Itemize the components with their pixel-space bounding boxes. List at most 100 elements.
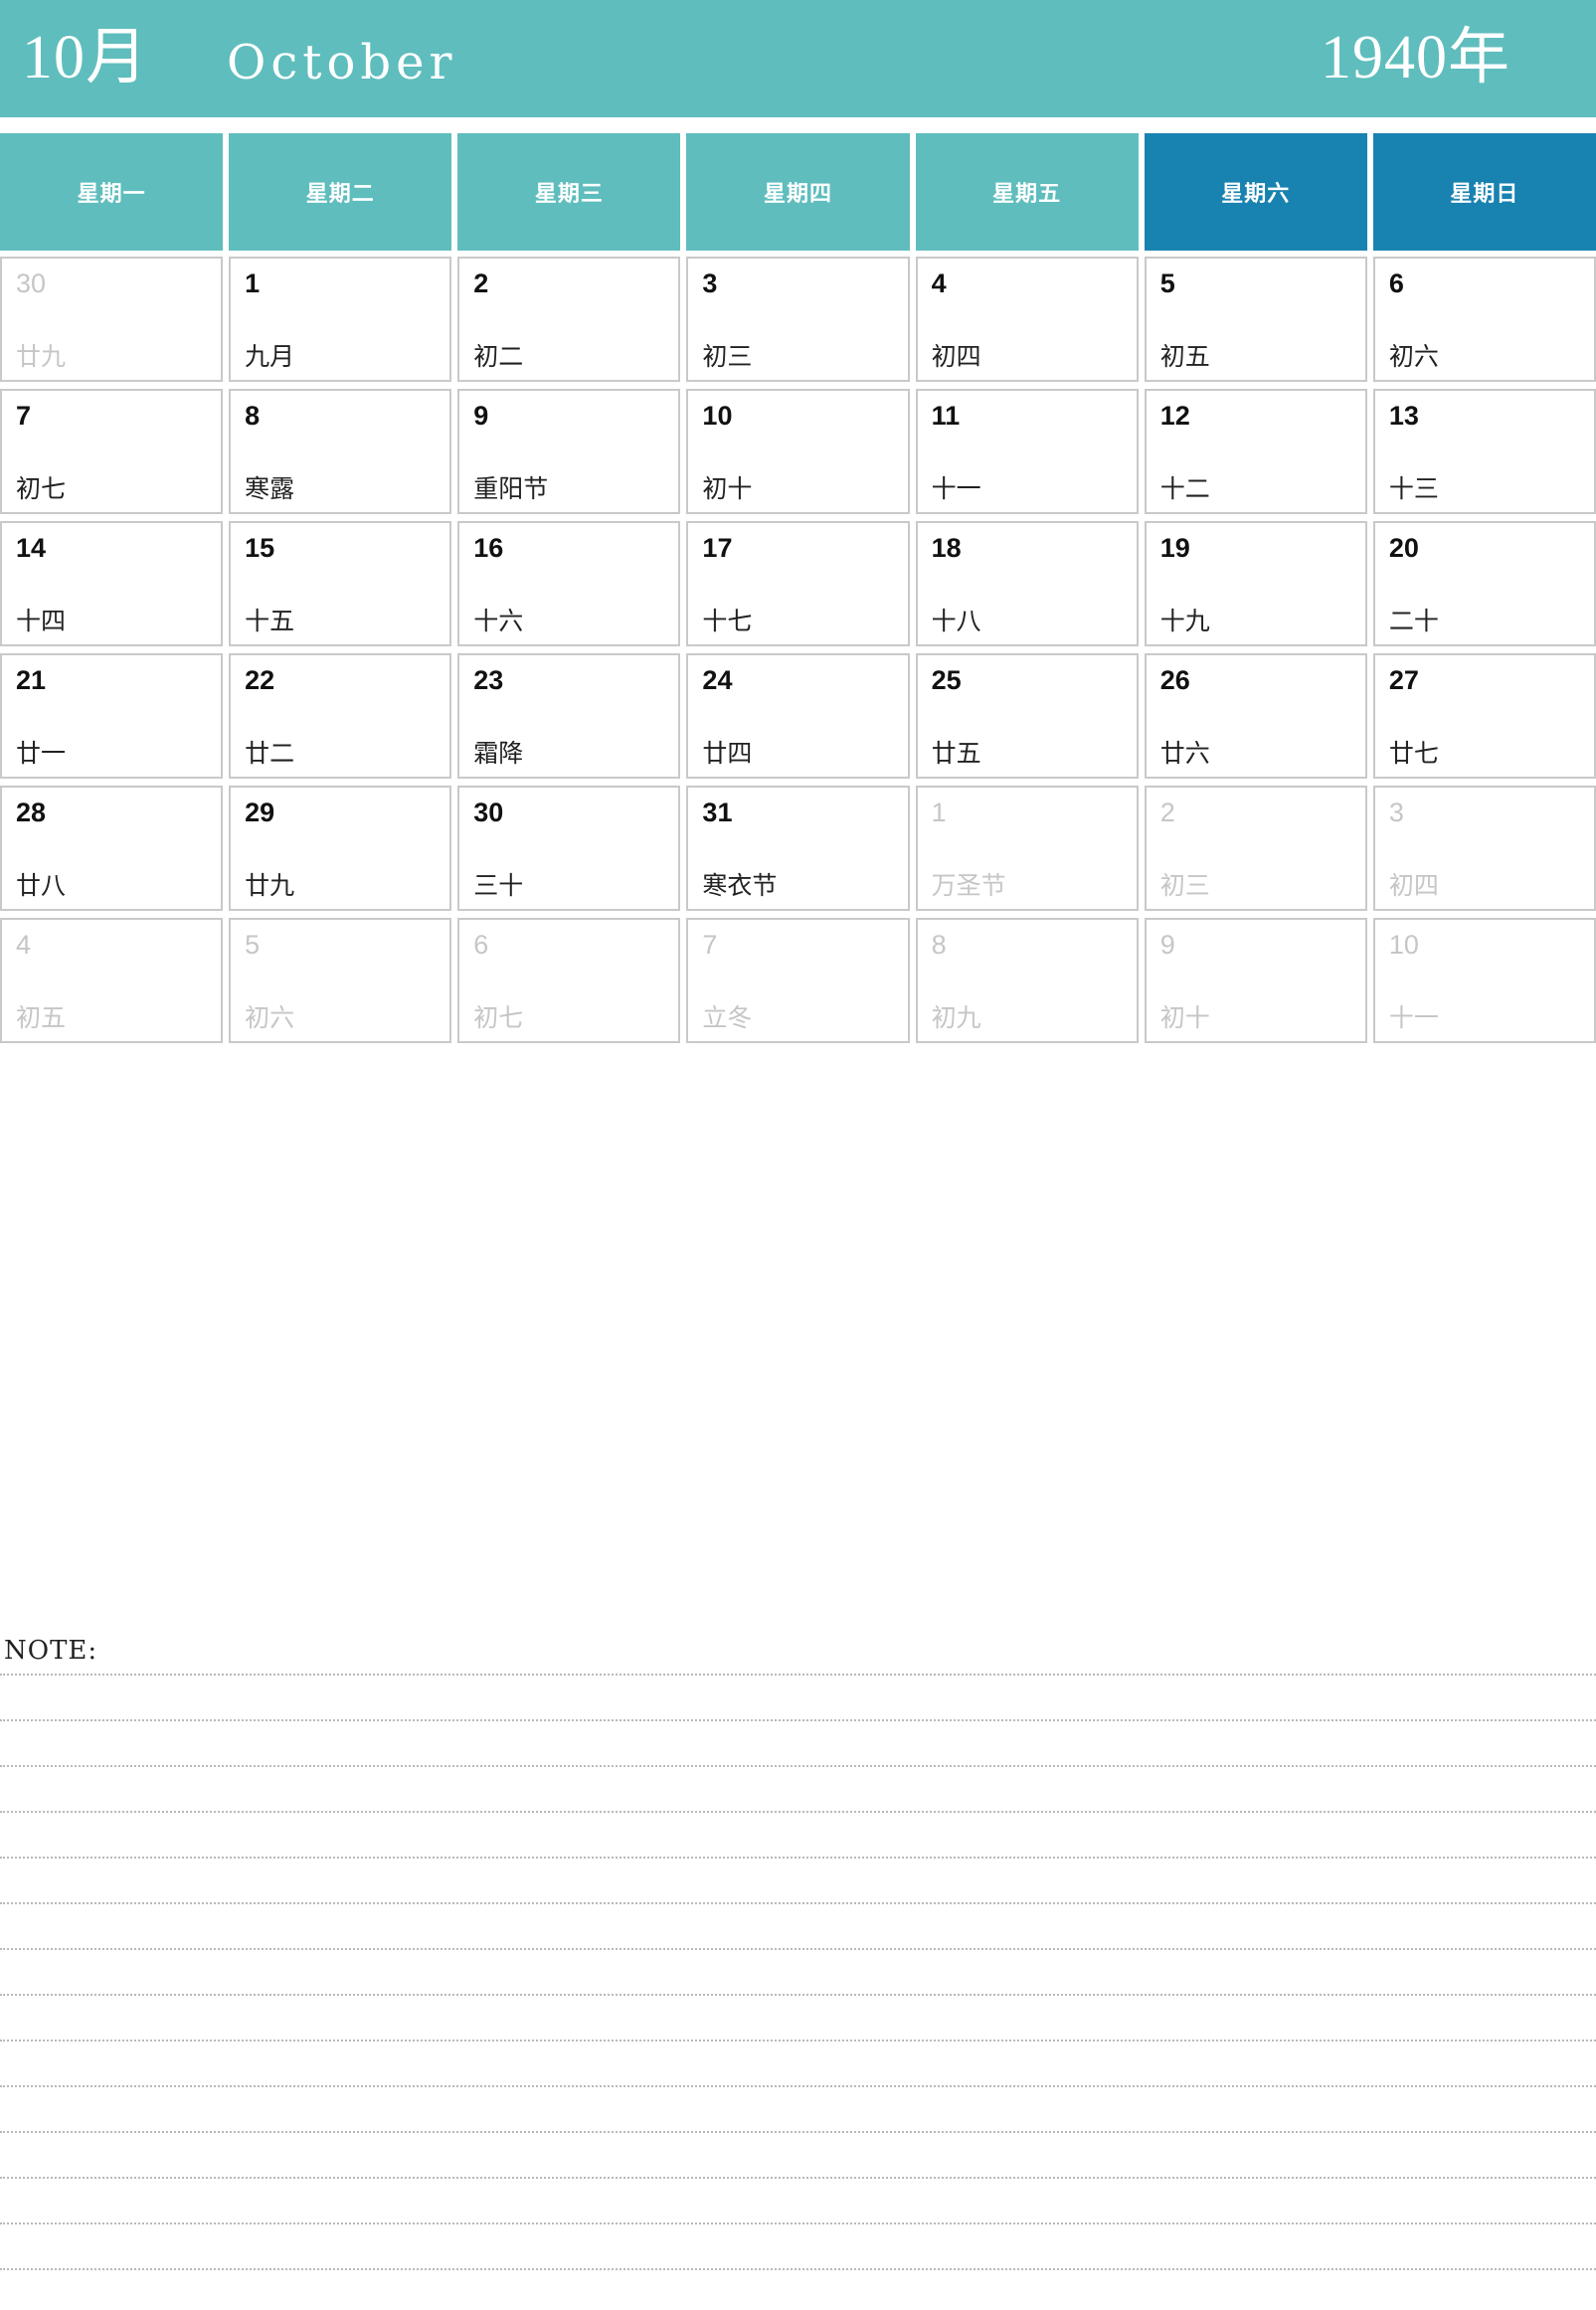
day-number: 17 xyxy=(702,533,733,563)
weekday-cell-0: 星期一 xyxy=(0,133,224,251)
weekday-label: 星期六 xyxy=(1221,181,1291,206)
day-number: 9 xyxy=(473,401,489,431)
lunar-label: 廿九 xyxy=(16,344,67,371)
calendar-day-cell[interactable]: 9 初十 xyxy=(1144,918,1367,1043)
lunar-label: 初九 xyxy=(931,1005,981,1032)
calendar-day-cell[interactable]: 26 廿六 xyxy=(1144,653,1367,779)
lunar-label: 廿七 xyxy=(1388,741,1439,768)
calendar-day-cell[interactable]: 2 初三 xyxy=(1144,786,1367,911)
lunar-label: 十五 xyxy=(245,609,295,635)
calendar-day-cell[interactable]: 8 寒露 xyxy=(229,389,452,514)
note-ruled-line xyxy=(0,1857,1596,1859)
lunar-label: 初十 xyxy=(1159,1005,1210,1032)
calendar-day-cell[interactable]: 18 十八 xyxy=(915,521,1139,646)
calendar-day-cell[interactable]: 27 廿七 xyxy=(1372,653,1596,779)
day-number: 4 xyxy=(16,930,32,960)
lunar-label: 十三 xyxy=(1388,476,1439,503)
calendar-day-cell[interactable]: 2 初二 xyxy=(457,257,681,382)
weekday-header-row: 星期一 星期二 星期三 星期四 星期五 星期六 星期日 xyxy=(0,133,1596,251)
calendar-header: 10月 October 1940年 xyxy=(0,0,1596,117)
weekday-label: 星期二 xyxy=(305,181,375,206)
calendar-day-cell[interactable]: 22 廿二 xyxy=(229,653,452,779)
header-year: 1940年 xyxy=(1320,24,1510,91)
calendar-day-cell[interactable]: 24 廿四 xyxy=(686,653,910,779)
day-number: 4 xyxy=(931,268,947,298)
calendar-day-cell[interactable]: 23 霜降 xyxy=(457,653,681,779)
calendar-day-cell[interactable]: 13 十三 xyxy=(1372,389,1596,514)
calendar-day-cell[interactable]: 16 十六 xyxy=(457,521,681,646)
calendar-day-cell[interactable]: 8 初九 xyxy=(915,918,1139,1043)
calendar-day-cell[interactable]: 29 廿九 xyxy=(229,786,452,911)
note-ruled-line xyxy=(0,2268,1596,2270)
lunar-label: 初三 xyxy=(1159,873,1210,900)
calendar-grid: 30 廿九 1 九月 2 初二 3 初三 4 初四 5 初五 6 初六 7 初七 8 寒露 9 重阳节 10 初十 11 十一… xyxy=(0,257,1596,1043)
calendar-day-cell[interactable]: 10 十一 xyxy=(1372,918,1596,1043)
day-number: 25 xyxy=(931,665,962,695)
day-number: 1 xyxy=(245,268,261,298)
calendar-day-cell[interactable]: 30 三十 xyxy=(457,786,681,911)
note-lines[interactable] xyxy=(0,1674,1596,2310)
day-number: 26 xyxy=(1159,665,1190,695)
day-number: 2 xyxy=(473,268,489,298)
day-number: 13 xyxy=(1388,401,1419,431)
weekday-label: 星期四 xyxy=(763,181,832,206)
lunar-label: 廿四 xyxy=(702,741,753,768)
calendar-day-cell[interactable]: 30 廿九 xyxy=(0,257,224,382)
day-number: 5 xyxy=(245,930,261,960)
note-ruled-line xyxy=(0,1719,1596,1721)
calendar-page: 10月 October 1940年 星期一 星期二 星期三 星期四 星期五 星期六 星期日 … xyxy=(0,0,1596,2310)
calendar-day-cell[interactable]: 25 廿五 xyxy=(915,653,1139,779)
lunar-label: 初二 xyxy=(473,344,524,371)
calendar-week-row: 21 廿一 22 廿二 23 霜降 24 廿四 25 廿五 26 廿六 27 廿七 xyxy=(0,653,1596,779)
calendar-day-cell[interactable]: 17 十七 xyxy=(686,521,910,646)
calendar-day-cell[interactable]: 6 初六 xyxy=(1372,257,1596,382)
day-number: 27 xyxy=(1388,665,1419,695)
lunar-label: 十四 xyxy=(16,609,67,635)
note-ruled-line xyxy=(0,2085,1596,2087)
lunar-label: 二十 xyxy=(1388,609,1439,635)
note-ruled-line xyxy=(0,1765,1596,1767)
day-number: 6 xyxy=(1388,268,1404,298)
day-number: 6 xyxy=(473,930,489,960)
calendar-day-cell[interactable]: 1 九月 xyxy=(229,257,452,382)
note-ruled-line xyxy=(0,1994,1596,1996)
calendar-day-cell[interactable]: 28 廿八 xyxy=(0,786,224,911)
calendar-day-cell[interactable]: 4 初五 xyxy=(0,918,224,1043)
calendar-day-cell[interactable]: 10 初十 xyxy=(686,389,910,514)
calendar-day-cell[interactable]: 3 初三 xyxy=(686,257,910,382)
calendar-day-cell[interactable]: 6 初七 xyxy=(457,918,681,1043)
day-number: 21 xyxy=(16,665,47,695)
calendar-day-cell[interactable]: 5 初六 xyxy=(229,918,452,1043)
note-ruled-line xyxy=(0,1948,1596,1950)
calendar-day-cell[interactable]: 14 十四 xyxy=(0,521,224,646)
calendar-day-cell[interactable]: 12 十二 xyxy=(1144,389,1367,514)
calendar-week-row: 28 廿八 29 廿九 30 三十 31 寒衣节 1 万圣节 2 初三 3 初四 xyxy=(0,786,1596,911)
day-number: 3 xyxy=(1388,798,1404,827)
note-section: NOTE: xyxy=(0,1636,1596,2310)
calendar-day-cell[interactable]: 5 初五 xyxy=(1144,257,1367,382)
lunar-label: 寒衣节 xyxy=(702,873,778,900)
day-number: 22 xyxy=(245,665,275,695)
day-number: 8 xyxy=(245,401,261,431)
day-number: 20 xyxy=(1388,533,1419,563)
header-month-cn: 10月 xyxy=(22,24,149,91)
calendar-day-cell[interactable]: 7 立冬 xyxy=(686,918,910,1043)
calendar-day-cell[interactable]: 11 十一 xyxy=(915,389,1139,514)
calendar-day-cell[interactable]: 1 万圣节 xyxy=(915,786,1139,911)
calendar-day-cell[interactable]: 21 廿一 xyxy=(0,653,224,779)
calendar-day-cell[interactable]: 31 寒衣节 xyxy=(686,786,910,911)
lunar-label: 立冬 xyxy=(702,1005,753,1032)
weekday-cell-3: 星期四 xyxy=(686,133,910,251)
calendar-day-cell[interactable]: 3 初四 xyxy=(1372,786,1596,911)
lunar-label: 廿二 xyxy=(245,741,295,768)
lunar-label: 三十 xyxy=(473,873,524,900)
weekday-cell-5: 星期六 xyxy=(1144,133,1367,251)
lunar-label: 初四 xyxy=(931,344,981,371)
calendar-day-cell[interactable]: 7 初七 xyxy=(0,389,224,514)
calendar-day-cell[interactable]: 15 十五 xyxy=(229,521,452,646)
calendar-day-cell[interactable]: 19 十九 xyxy=(1144,521,1367,646)
calendar-day-cell[interactable]: 9 重阳节 xyxy=(457,389,681,514)
calendar-day-cell[interactable]: 4 初四 xyxy=(915,257,1139,382)
day-number: 7 xyxy=(702,930,718,960)
calendar-day-cell[interactable]: 20 二十 xyxy=(1372,521,1596,646)
